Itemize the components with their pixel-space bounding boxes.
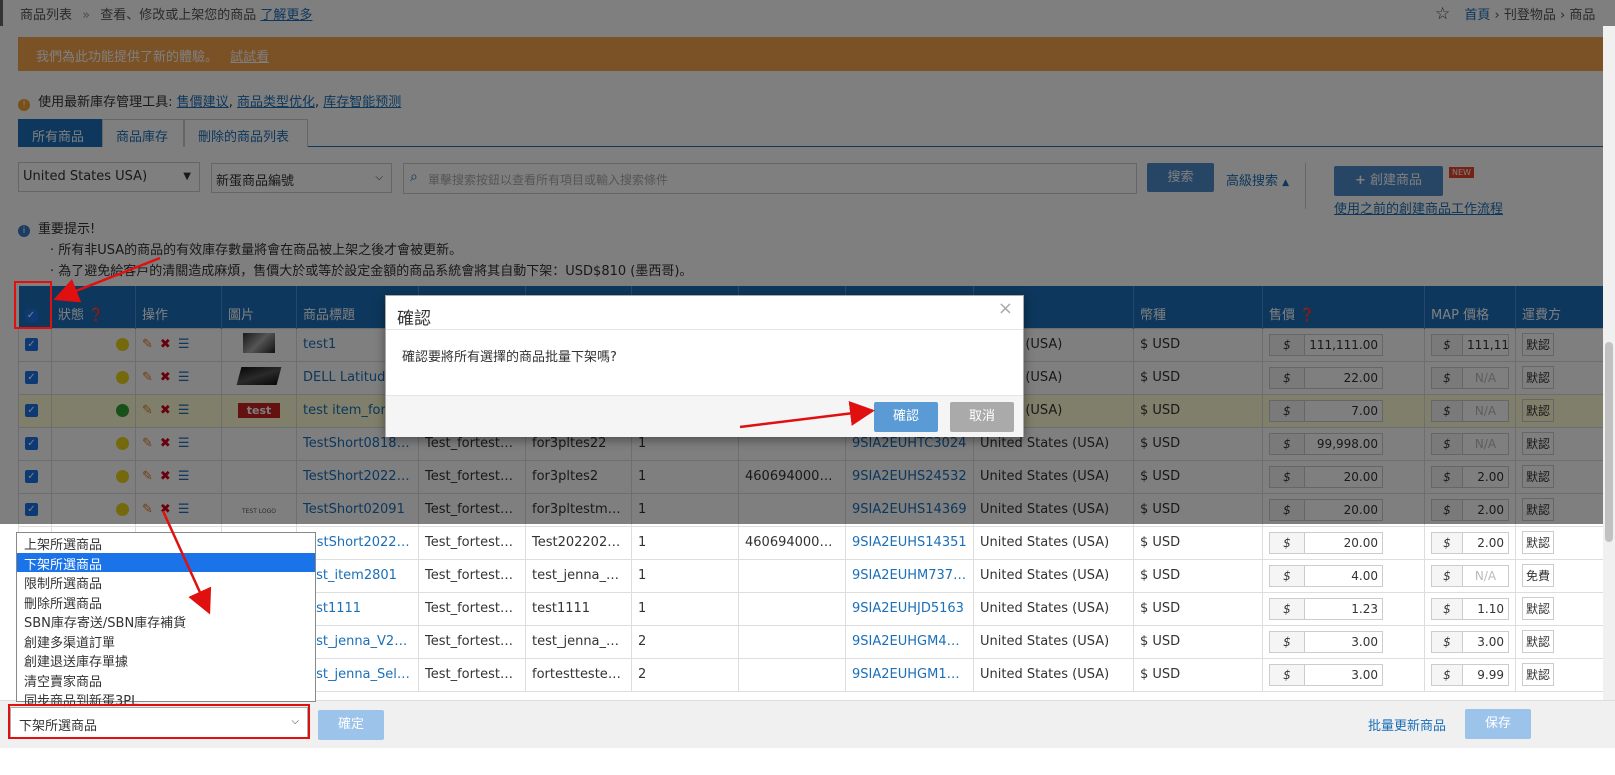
annotation-arrows: [53, 256, 875, 615]
annotation-arrow: [161, 510, 212, 615]
annotation-arrow: [739, 401, 875, 429]
annotation-arrow: [53, 256, 161, 303]
